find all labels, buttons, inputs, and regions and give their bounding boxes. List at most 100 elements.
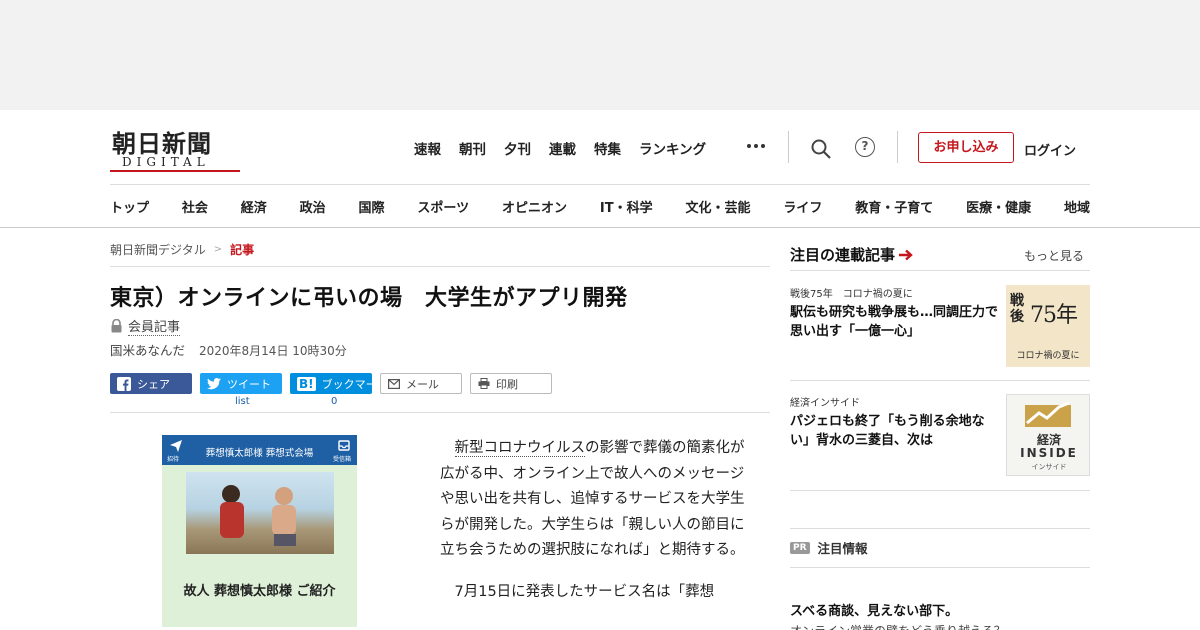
print-button[interactable]: 印刷 — [470, 373, 552, 394]
sidebar-article[interactable]: 戦後75年 コロナ禍の夏に 駅伝も研究も戦争展も…同調圧力で思い出す「一億一心」… — [790, 285, 1090, 367]
divider — [897, 131, 898, 163]
divider — [790, 490, 1090, 491]
nav-divider — [110, 184, 1090, 185]
topnav-item-yukan[interactable]: 夕刊 — [504, 138, 531, 158]
search-icon[interactable] — [810, 138, 832, 160]
sidebar-more-link[interactable]: もっと見る — [1024, 247, 1084, 264]
more-menu-icon[interactable] — [747, 144, 765, 148]
thumb-label: 戦後 — [1010, 293, 1024, 325]
article-body: 新型コロナウイルスの影響で葬儀の簡素化が広がる中、オンライン上で故人へのメッセー… — [440, 436, 750, 621]
catnav-item-it-science[interactable]: IT・科学 — [600, 197, 653, 216]
catnav-item-education[interactable]: 教育・子育て — [855, 197, 933, 216]
twitter-share-button[interactable]: ツイート — [200, 373, 282, 394]
facebook-share-button[interactable]: シェア — [110, 373, 192, 394]
chart-logo-icon — [1025, 401, 1071, 427]
logo-en-text: DIGITAL — [122, 155, 210, 169]
pr-section-label: 注目情報 — [817, 541, 868, 556]
catnav-item-sports[interactable]: スポーツ — [417, 197, 469, 216]
print-icon — [478, 378, 490, 389]
catnav-item-region[interactable]: 地域 — [1064, 197, 1090, 216]
divider — [788, 131, 789, 163]
author-name: 国米あなんだ — [110, 343, 186, 358]
hatena-count[interactable]: 0 — [331, 396, 337, 407]
twitter-icon — [207, 377, 221, 389]
thumb-caption: コロナ禍の夏に — [1016, 351, 1080, 361]
mail-share-label: メール — [406, 377, 439, 391]
divider — [790, 270, 1090, 271]
twitter-count[interactable]: list — [235, 396, 250, 407]
catnav-item-economy[interactable]: 経済 — [241, 197, 267, 216]
mail-share-button[interactable]: メール — [380, 373, 462, 394]
divider — [110, 266, 770, 267]
thumb-caption: インサイド — [1031, 463, 1067, 471]
logo-jp-text: 朝日新聞 — [112, 129, 212, 158]
help-icon[interactable]: ? — [855, 137, 875, 157]
paragraph: 新型コロナウイルスの影響で葬儀の簡素化が広がる中、オンライン上で故人へのメッセー… — [440, 436, 750, 564]
catnav-item-life[interactable]: ライフ — [783, 197, 822, 216]
login-link[interactable]: ログイン — [1024, 140, 1076, 159]
sidebar-title-text: 注目の連載記事 — [790, 246, 896, 264]
breadcrumb-home[interactable]: 朝日新聞デジタル — [110, 241, 206, 258]
article-photo[interactable]: 招待 葬想慎太郎様 葬想式会場 受信箱 故人 葬想慎太郎様 ご紹介 — [162, 435, 357, 627]
arrow-right-icon — [899, 249, 913, 260]
signup-button[interactable]: お申し込み — [918, 132, 1014, 163]
keyword-link[interactable]: 新型コロナウイルス — [454, 440, 585, 457]
pr-headline[interactable]: スベる商談、見えない部下。 — [790, 600, 958, 619]
thumb-number: 75年 — [1030, 303, 1078, 328]
topnav-item-tokushu[interactable]: 特集 — [594, 138, 621, 158]
sidebar-title[interactable]: 注目の連載記事 — [790, 244, 913, 265]
photo-app-header: 招待 葬想慎太郎様 葬想式会場 受信箱 — [162, 435, 357, 465]
breadcrumb-separator: > — [213, 244, 223, 255]
site-header: 朝日新聞 DIGITAL 速報 朝刊 夕刊 連載 特集 ランキング ? お申し込… — [0, 110, 1200, 228]
series-thumbnail: 戦後 75年 コロナ禍の夏に — [1006, 285, 1090, 367]
member-label[interactable]: 会員記事 — [128, 316, 181, 336]
catnav-item-opinion[interactable]: オピニオン — [502, 197, 567, 216]
people-photo — [220, 485, 296, 546]
inbox-icon — [338, 440, 350, 451]
topnav-item-ranking[interactable]: ランキング — [639, 138, 706, 158]
pr-badge: PR — [790, 541, 810, 554]
family-photo-image — [186, 472, 334, 554]
photo-caption: 故人 葬想慎太郎様 ご紹介 — [183, 584, 336, 599]
catnav-item-health[interactable]: 医療・健康 — [966, 197, 1031, 216]
topnav-item-sokuho[interactable]: 速報 — [414, 138, 441, 158]
catnav-item-culture[interactable]: 文化・芸能 — [685, 197, 750, 216]
series-thumbnail: 経済 INSIDE インサイド — [1006, 394, 1090, 476]
category-nav: トップ 社会 経済 政治 国際 スポーツ オピニオン IT・科学 文化・芸能 ラ… — [110, 197, 1090, 216]
sidebar-article[interactable]: 経済インサイド パジェロも終了「もう削る余地ない」背水の三菱自、次は 経済 IN… — [790, 394, 1090, 476]
hatena-icon: B! — [297, 376, 316, 391]
breadcrumb: 朝日新聞デジタル > 記事 — [110, 241, 254, 258]
facebook-share-label: シェア — [137, 377, 170, 391]
twitter-share-label: ツイート — [227, 377, 271, 391]
catnav-item-international[interactable]: 国際 — [359, 197, 385, 216]
article-title: 東京）オンラインに弔いの場 大学生がアプリ開発 — [110, 286, 628, 311]
site-logo[interactable]: 朝日新聞 DIGITAL — [110, 124, 242, 172]
photo-right-label: 受信箱 — [333, 456, 352, 463]
pr-subtext[interactable]: オンライン営業の壁をどう乗り越える？ — [790, 622, 1006, 630]
hatena-bookmark-label: ブックマーク — [321, 377, 388, 391]
sidebar-headline: パジェロも終了「もう削る余地ない」背水の三菱自、次は — [790, 414, 985, 448]
divider — [790, 380, 1090, 381]
topnav-item-rensai[interactable]: 連載 — [549, 138, 576, 158]
logo-underline — [110, 170, 240, 172]
breadcrumb-current[interactable]: 記事 — [230, 241, 254, 258]
topnav-item-choukan[interactable]: 朝刊 — [459, 138, 486, 158]
catnav-item-society[interactable]: 社会 — [182, 197, 208, 216]
pr-section-header: PR 注目情報 — [790, 538, 868, 557]
thumb-number: INSIDE — [1020, 446, 1078, 460]
mail-icon — [388, 378, 400, 389]
catnav-item-top[interactable]: トップ — [110, 197, 149, 216]
lock-icon — [111, 319, 122, 333]
top-nav: 速報 朝刊 夕刊 連載 特集 ランキング — [414, 138, 724, 158]
publish-date: 2020年8月14日 10時30分 — [199, 344, 347, 358]
hatena-bookmark-button[interactable]: B! ブックマーク — [290, 373, 388, 394]
divider — [110, 412, 770, 413]
paragraph: 7月15日に発表したサービス名は「葬想 — [454, 583, 715, 600]
photo-header-text: 葬想慎太郎様 葬想式会場 — [205, 448, 314, 459]
member-badge: 会員記事 — [110, 316, 181, 336]
facebook-icon — [117, 376, 131, 391]
sidebar-headline: 駅伝も研究も戦争展も…同調圧力で思い出す「一億一心」 — [790, 305, 999, 339]
catnav-item-politics[interactable]: 政治 — [300, 197, 326, 216]
print-label: 印刷 — [496, 377, 518, 391]
ad-banner-area — [0, 0, 1200, 110]
